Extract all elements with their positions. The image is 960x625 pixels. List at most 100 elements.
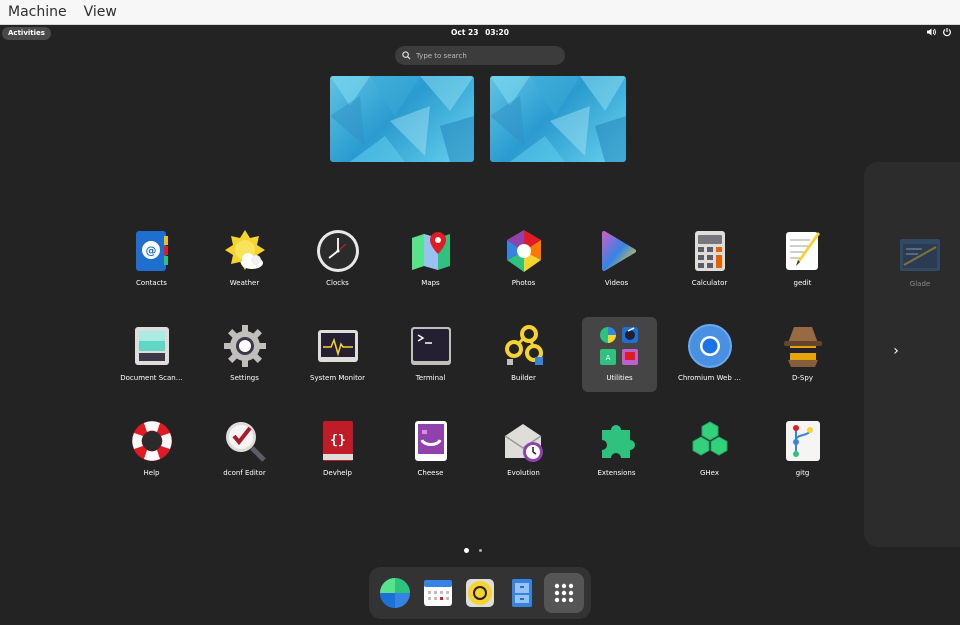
gitg-icon xyxy=(780,418,826,464)
app-videos[interactable]: Videos xyxy=(570,222,663,297)
dock-files[interactable] xyxy=(502,573,542,613)
clocks-icon xyxy=(315,228,361,274)
app-devhelp[interactable]: {} Devhelp xyxy=(291,412,384,487)
top-bar: Activities Oct 23 03:20 xyxy=(0,25,960,42)
dconf-editor-icon xyxy=(222,418,268,464)
search-input[interactable] xyxy=(416,51,556,60)
help-icon xyxy=(129,418,175,464)
document-scanner-icon xyxy=(129,323,175,369)
app-system-monitor[interactable]: System Monitor xyxy=(291,317,384,392)
videos-icon xyxy=(594,228,640,274)
dock xyxy=(369,567,591,619)
dock-web-browser[interactable] xyxy=(375,573,415,613)
search-icon xyxy=(402,51,411,60)
extensions-icon xyxy=(594,418,640,464)
app-label: D-Spy xyxy=(792,374,813,382)
dock-rhythmbox[interactable] xyxy=(460,573,500,613)
menu-machine[interactable]: Machine xyxy=(8,4,67,20)
app-clocks[interactable]: Clocks xyxy=(291,222,384,297)
app-label: Calculator xyxy=(691,279,728,287)
app-label: gedit xyxy=(793,279,812,287)
vm-menubar: Machine View xyxy=(0,0,960,25)
app-gitg[interactable]: gitg xyxy=(756,412,849,487)
contacts-icon: @ xyxy=(129,228,175,274)
app-label: Terminal xyxy=(415,374,446,382)
app-label: dconf Editor xyxy=(223,469,266,477)
app-maps[interactable]: Maps xyxy=(384,222,477,297)
page-dot-active[interactable] xyxy=(464,548,469,553)
clock-time: 03:20 xyxy=(485,28,509,37)
clock-date: Oct 23 xyxy=(451,28,479,37)
app-label: Devhelp xyxy=(323,469,352,477)
app-label: Extensions xyxy=(597,469,636,477)
app-label: Photos xyxy=(511,279,536,287)
app-calculator[interactable]: Calculator xyxy=(663,222,756,297)
devhelp-icon: {} xyxy=(315,418,361,464)
svg-text:A: A xyxy=(606,354,611,362)
app-settings[interactable]: Settings xyxy=(198,317,291,392)
app-evolution[interactable]: Evolution xyxy=(477,412,570,487)
system-monitor-icon xyxy=(315,323,361,369)
settings-icon xyxy=(222,323,268,369)
app-label: GHex xyxy=(699,469,719,477)
app-builder[interactable]: Builder xyxy=(477,317,570,392)
next-page-preview[interactable] xyxy=(864,162,960,547)
app-label: Maps xyxy=(421,279,440,287)
app-utilities-folder[interactable]: A Utilities xyxy=(582,317,657,392)
app-label: Builder xyxy=(511,374,536,382)
gedit-icon xyxy=(780,228,826,274)
page-indicator xyxy=(464,548,482,553)
app-chromium[interactable]: Chromium Web … xyxy=(663,317,756,392)
app-label: Document Scan… xyxy=(120,374,183,382)
app-contacts[interactable]: @ Contacts xyxy=(105,222,198,297)
app-label: Utilities xyxy=(606,374,633,382)
app-label: Cheese xyxy=(417,469,444,477)
page-dot[interactable] xyxy=(479,549,482,552)
app-extensions[interactable]: Extensions xyxy=(570,412,663,487)
rhythmbox-icon xyxy=(466,579,494,607)
weather-icon xyxy=(222,228,268,274)
app-terminal[interactable]: Terminal xyxy=(384,317,477,392)
terminal-icon xyxy=(408,323,454,369)
app-label: Weather xyxy=(229,279,260,287)
app-ghex[interactable]: GHex xyxy=(663,412,756,487)
d-spy-icon xyxy=(780,323,826,369)
app-label: System Monitor xyxy=(310,374,365,382)
app-label: Help xyxy=(143,469,160,477)
cheese-icon xyxy=(408,418,454,464)
dock-calendar[interactable] xyxy=(418,573,458,613)
next-page-arrow[interactable]: › xyxy=(886,343,906,359)
builder-icon xyxy=(501,323,547,369)
app-document-scanner[interactable]: Document Scan… xyxy=(105,317,198,392)
workspace-thumbnail-1[interactable] xyxy=(330,76,474,162)
calculator-icon xyxy=(687,228,733,274)
app-help[interactable]: Help xyxy=(105,412,198,487)
utilities-folder-icon: A xyxy=(596,323,642,369)
calendar-icon xyxy=(424,580,452,606)
glade-label: Glade xyxy=(909,280,931,288)
files-icon xyxy=(512,579,532,607)
clock[interactable]: Oct 23 03:20 xyxy=(0,28,960,37)
app-label: Chromium Web … xyxy=(677,374,742,382)
menu-view[interactable]: View xyxy=(84,4,117,20)
app-dconf-editor[interactable]: dconf Editor xyxy=(198,412,291,487)
app-weather[interactable]: Weather xyxy=(198,222,291,297)
app-gedit[interactable]: gedit xyxy=(756,222,849,297)
photos-icon xyxy=(501,228,547,274)
glade-icon xyxy=(898,237,942,273)
app-label: Contacts xyxy=(136,279,167,287)
dock-show-apps[interactable] xyxy=(544,573,584,613)
system-tray[interactable] xyxy=(926,27,952,37)
app-cheese[interactable]: Cheese xyxy=(384,412,477,487)
power-icon xyxy=(943,28,951,37)
gnome-overview: Activities Oct 23 03:20 Type to search G… xyxy=(0,25,960,625)
search-box[interactable] xyxy=(395,46,565,65)
app-photos[interactable]: Photos xyxy=(477,222,570,297)
chromium-icon xyxy=(687,323,733,369)
volume-icon xyxy=(927,28,936,36)
workspace-thumbnail-2[interactable] xyxy=(490,76,626,162)
maps-icon xyxy=(408,228,454,274)
app-label: Clocks xyxy=(326,279,349,287)
app-d-spy[interactable]: D-Spy xyxy=(756,317,849,392)
ghex-icon xyxy=(687,418,733,464)
